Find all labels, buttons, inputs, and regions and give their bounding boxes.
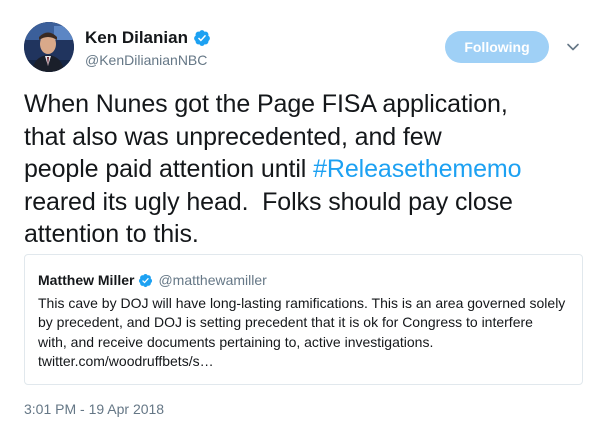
tweet-text-segment: people paid attention until: [24, 155, 314, 183]
tweet-text-line: When Nunes got the Page FISA application…: [24, 90, 508, 118]
quoted-author-display-name: Matthew Miller: [38, 272, 135, 288]
tweet-timestamp[interactable]: 3:01 PM - 19 Apr 2018: [24, 401, 164, 417]
author-handle[interactable]: @KenDilianianNBC: [85, 52, 207, 68]
tweet-text-line: attention to this.: [24, 220, 199, 248]
tweet: Ken Dilanian @KenDilianianNBC Following …: [0, 0, 611, 427]
quoted-text-line: by precedent, and DOJ is setting precede…: [38, 314, 533, 331]
quoted-tweet-link: twitter.com/woodruffbets/s…: [38, 352, 214, 369]
following-button[interactable]: Following: [445, 31, 549, 63]
quoted-author-handle: @matthewamiller: [158, 272, 267, 288]
tweet-text-line: reared its ugly head. Folks should pay c…: [24, 187, 513, 216]
quoted-tweet-header: Matthew Miller @matthewamiller: [38, 271, 267, 289]
quoted-tweet-card[interactable]: Matthew Miller @matthewamiller This cave…: [24, 254, 583, 385]
quoted-text-line: with, and receive documents pertaining t…: [38, 333, 434, 350]
hashtag-link[interactable]: #Releasethememo: [313, 155, 521, 183]
quoted-text-line: This cave by DOJ will have long-lasting …: [38, 295, 566, 311]
avatar[interactable]: [24, 22, 74, 72]
quoted-tweet-text: This cave by DOJ will have long-lasting …: [38, 294, 578, 371]
verified-badge-icon: [138, 273, 153, 288]
tweet-text-line: people paid attention until #Releasethem…: [24, 153, 594, 186]
author-name-row[interactable]: Ken Dilanian: [85, 27, 211, 49]
author-display-name[interactable]: Ken Dilanian: [85, 28, 188, 48]
chevron-down-icon[interactable]: [566, 40, 580, 54]
avatar-image: [24, 22, 74, 72]
tweet-text-line: that also was unprecedented, and few: [24, 122, 442, 151]
tweet-text: When Nunes got the Page FISA application…: [24, 88, 594, 251]
verified-badge-icon: [193, 29, 211, 47]
